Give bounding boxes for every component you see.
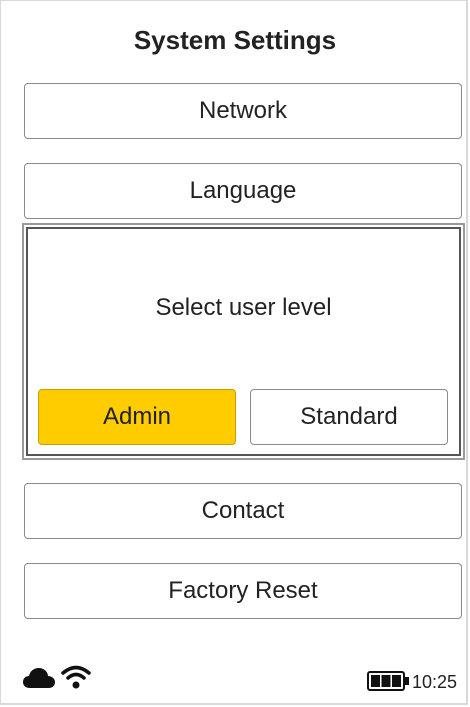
admin-option-label: Admin bbox=[102, 403, 172, 430]
network-button[interactable]: Network bbox=[24, 83, 462, 139]
device-screen: System Settings Network Language Contact… bbox=[0, 0, 468, 705]
standard-option-label: Standard bbox=[300, 403, 398, 430]
dialog-message: Select user level bbox=[155, 294, 332, 321]
admin-option-button[interactable]: Admin bbox=[38, 389, 236, 445]
factory-reset-button[interactable]: Factory Reset bbox=[24, 563, 462, 619]
language-button-label: Language bbox=[189, 177, 297, 204]
standard-option-button[interactable]: Standard bbox=[250, 389, 448, 445]
contact-button[interactable]: Contact bbox=[24, 483, 462, 539]
contact-button-label: Contact bbox=[201, 497, 285, 524]
page-title: System Settings bbox=[133, 25, 337, 55]
user-level-dialog: Select user level Admin Standard bbox=[24, 225, 463, 458]
wifi-icon bbox=[61, 665, 91, 689]
clock-time: 10:25 bbox=[412, 672, 458, 692]
language-button[interactable]: Language bbox=[24, 163, 462, 219]
factory-reset-button-label: Factory Reset bbox=[168, 577, 318, 604]
cloud-icon bbox=[23, 668, 55, 688]
status-bar: 10:25 bbox=[1, 653, 469, 703]
network-button-label: Network bbox=[198, 97, 288, 124]
battery-icon bbox=[367, 671, 409, 691]
